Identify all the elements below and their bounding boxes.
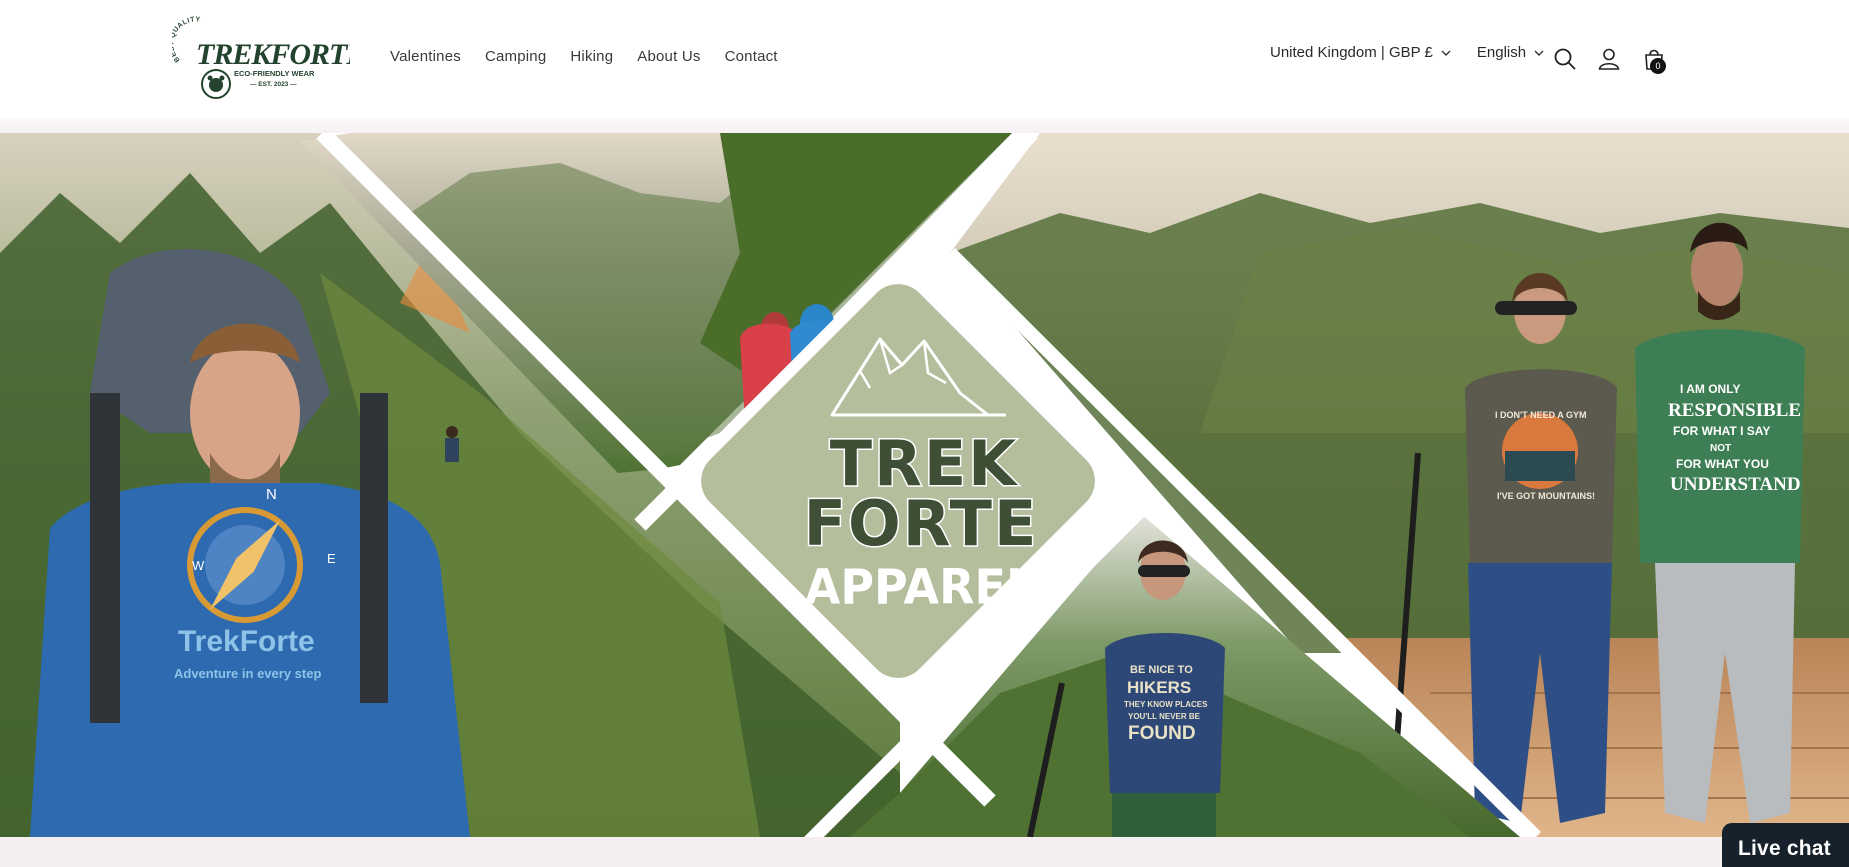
left-shirt-slogan: Adventure in every step	[174, 666, 321, 681]
language-selector[interactable]: English	[1477, 44, 1544, 61]
right-shirt-2-line5: FOR WHAT YOU	[1676, 457, 1769, 471]
live-chat-button[interactable]: Live chat	[1722, 823, 1849, 867]
center-shirt-line1: BE NICE TO	[1130, 664, 1193, 676]
right-shirt-1-top: I DON'T NEED A GYM	[1495, 410, 1586, 420]
left-shirt-compass-e: E	[327, 551, 336, 566]
left-shirt-compass-n: N	[266, 486, 277, 503]
site-header: BEST QUALITY TREKFORTE ECO-FRIENDLY WEAR…	[0, 0, 1849, 118]
next-section-band	[0, 837, 1849, 867]
nav-item-valentines[interactable]: Valentines	[380, 48, 473, 65]
logo-established: — EST. 2023 —	[250, 81, 297, 88]
chevron-down-icon	[1441, 50, 1451, 56]
right-shirt-2-line4: NOT	[1710, 443, 1731, 454]
account-icon[interactable]	[1596, 46, 1622, 72]
nav-item-contact[interactable]: Contact	[713, 48, 790, 65]
language-label: English	[1476, 44, 1527, 61]
main-nav: Valentines Camping Hiking About Us Conta…	[380, 48, 790, 65]
hero-logo-line3: APPAREL	[805, 559, 1036, 615]
country-currency-label: United Kingdom | GBP £	[1270, 44, 1433, 61]
country-currency-selector[interactable]: United Kingdom | GBP £	[1270, 44, 1451, 61]
center-shirt-line3: THEY KNOW PLACES	[1124, 700, 1208, 709]
logo-wordmark: TREKFORTE	[196, 38, 350, 71]
center-shirt-line2: HIKERS	[1127, 678, 1191, 697]
center-shirt-line4: YOU'LL NEVER BE	[1128, 712, 1201, 721]
hero-collage: N W E TrekForte Adventure in every step	[0, 133, 1849, 837]
hero-logo-line2: FORTE	[804, 487, 1039, 560]
right-shirt-2-line3: FOR WHAT I SAY	[1673, 424, 1770, 438]
brand-logo[interactable]: BEST QUALITY TREKFORTE ECO-FRIENDLY WEAR…	[172, 14, 350, 102]
cart-count-badge: 0	[1650, 58, 1666, 74]
header-divider	[0, 118, 1849, 133]
chevron-down-icon	[1534, 50, 1544, 56]
left-shirt-compass-w: W	[192, 558, 205, 573]
right-shirt-2-line6: UNDERSTAND	[1670, 474, 1801, 495]
hero-banner[interactable]: N W E TrekForte Adventure in every step	[0, 133, 1849, 837]
logo-tagline: ECO-FRIENDLY WEAR	[234, 69, 315, 78]
header-utilities: United Kingdom | GBP £ English	[1270, 44, 1544, 61]
center-shirt-line5: FOUND	[1128, 723, 1196, 744]
right-shirt-2-line2: RESPONSIBLE	[1668, 400, 1801, 421]
nav-item-hiking[interactable]: Hiking	[558, 48, 625, 65]
nav-item-about-us[interactable]: About Us	[625, 48, 712, 65]
right-shirt-2-line1: I AM ONLY	[1680, 382, 1740, 396]
search-icon[interactable]	[1552, 46, 1578, 72]
left-shirt-brand: TrekForte	[178, 625, 315, 658]
right-shirt-1-bottom: I'VE GOT MOUNTAINS!	[1497, 491, 1595, 501]
nav-item-camping[interactable]: Camping	[473, 48, 558, 65]
